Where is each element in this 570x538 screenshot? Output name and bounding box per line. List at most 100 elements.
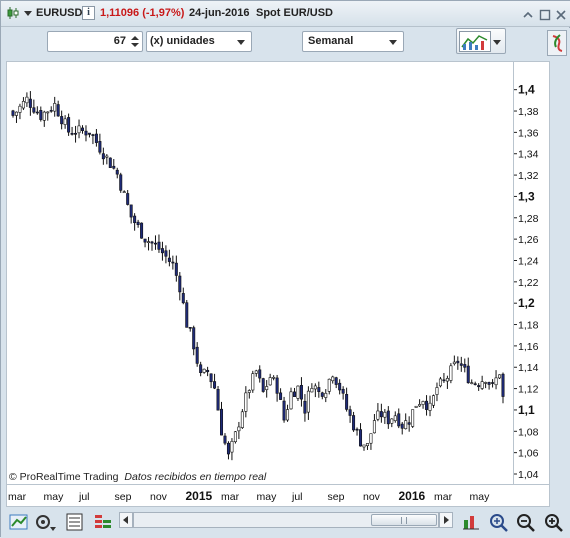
- candle-up: [77, 125, 81, 134]
- quantity-stepper[interactable]: [130, 34, 140, 49]
- chart-window: EURUSD i 1,11096 (-1,97%) 24-jun-2016 Sp…: [0, 0, 570, 538]
- x-tick-label: nov: [150, 491, 168, 503]
- scroll-right-button[interactable]: [439, 512, 453, 528]
- candle-up: [470, 382, 474, 384]
- candle-down: [379, 411, 383, 418]
- candle-up: [362, 444, 366, 448]
- candle-up: [383, 411, 387, 418]
- x-tick-label: may: [470, 491, 491, 503]
- time-scrollbar[interactable]: [133, 512, 439, 528]
- candle-up: [286, 409, 290, 421]
- candle-up: [365, 443, 369, 447]
- candle-down: [261, 378, 265, 392]
- candle-up: [254, 370, 258, 374]
- candle-down: [39, 110, 43, 120]
- candle-down: [115, 169, 119, 175]
- data-table-icon[interactable]: [65, 512, 85, 532]
- x-tick-label: mar: [221, 491, 240, 503]
- scroll-left-button[interactable]: [119, 512, 133, 528]
- candle-up: [46, 111, 50, 114]
- candle-down: [279, 392, 283, 400]
- zoom-out-icon[interactable]: [515, 512, 535, 532]
- candlestick-plot[interactable]: [7, 62, 515, 486]
- symbol-dropdown-arrow-icon[interactable]: [24, 11, 32, 16]
- candle-down: [143, 238, 147, 243]
- candle-down: [192, 327, 196, 350]
- y-tick-label: 1,24: [518, 255, 539, 267]
- collapse-icon[interactable]: [522, 8, 534, 20]
- x-tick-label: sep: [328, 491, 345, 503]
- info-button[interactable]: i: [82, 6, 95, 20]
- time-axis[interactable]: mar may jul sep nov 2015 mar may jul sep nov 2016 ma…: [6, 485, 550, 507]
- candle-down: [101, 153, 105, 160]
- maximize-icon[interactable]: [539, 8, 551, 21]
- units-quantity-input[interactable]: 67: [47, 31, 143, 52]
- order-book-icon[interactable]: [93, 512, 113, 532]
- candle-up: [296, 385, 300, 399]
- candle-down: [477, 385, 481, 388]
- indicators-button[interactable]: [456, 28, 506, 54]
- candle-down: [56, 104, 60, 117]
- candle-down: [348, 409, 352, 416]
- price-change-label: 1,11096 (-1,97%): [100, 7, 184, 19]
- candle-down: [185, 302, 189, 328]
- x-tick-label: may: [257, 491, 278, 503]
- side-tools-icon[interactable]: [547, 30, 567, 56]
- candle-up: [25, 96, 29, 104]
- candle-up: [147, 241, 151, 243]
- candle-down: [338, 382, 342, 391]
- candle-down: [84, 130, 88, 136]
- candle-up: [306, 390, 310, 413]
- candle-down: [459, 363, 463, 366]
- candle-up: [105, 155, 109, 158]
- candle-up: [404, 420, 408, 430]
- price-chart[interactable]: © ProRealTime Trading Datos recibidos en…: [6, 61, 514, 485]
- chart-type-icon[interactable]: [9, 512, 29, 532]
- candle-down: [442, 379, 446, 382]
- candle-up: [21, 101, 25, 109]
- candle-up: [369, 433, 373, 444]
- candle-up: [484, 382, 488, 384]
- candle-down: [171, 261, 175, 264]
- chart-footer: © ProRealTime Trading Datos recibidos en…: [9, 471, 266, 483]
- candle-down: [167, 257, 171, 262]
- symbol-label[interactable]: EURUSD: [36, 7, 82, 19]
- scrollbar-thumb[interactable]: [371, 514, 437, 526]
- candle-up: [240, 411, 244, 428]
- y-tick-label: 1,4: [518, 83, 535, 97]
- candle-down: [160, 248, 164, 254]
- x-tick-label: 2015: [186, 489, 213, 503]
- candle-down: [216, 389, 220, 411]
- candle-down: [119, 174, 123, 191]
- y-tick-label: 1,34: [518, 149, 539, 161]
- y-tick-label: 1,04: [518, 469, 539, 481]
- candle-down: [35, 111, 39, 114]
- y-tick-label: 1,22: [518, 277, 539, 289]
- settings-icon[interactable]: [35, 512, 56, 532]
- candle-down: [181, 293, 185, 304]
- zoom-fit-icon[interactable]: [488, 512, 508, 532]
- drawing-tools-icon[interactable]: [461, 512, 481, 532]
- candle-down: [282, 400, 286, 421]
- candle-down: [126, 193, 130, 205]
- candle-down: [49, 109, 53, 112]
- price-change-value: 1,11096 (-1,97%): [100, 7, 185, 19]
- close-icon[interactable]: [555, 8, 567, 20]
- zoom-in-icon[interactable]: [543, 512, 563, 532]
- candle-up: [421, 401, 425, 405]
- candle-down: [320, 392, 324, 397]
- candle-up: [445, 378, 449, 382]
- candle-down: [74, 132, 78, 135]
- period-dropdown[interactable]: Semanal: [302, 31, 404, 52]
- price-axis[interactable]: 1,04 1,06 1,08 1,1 1,12 1,14 1,16 1,18 1,2 1,22 1,…: [514, 61, 550, 485]
- y-tick-label: 1,38: [518, 106, 539, 118]
- candle-up: [324, 392, 328, 398]
- candle-up: [480, 381, 484, 389]
- units-dropdown[interactable]: (x) unidades: [146, 31, 252, 52]
- candle-down: [299, 385, 303, 400]
- candle-down: [32, 107, 36, 113]
- candle-up: [237, 426, 241, 432]
- candle-down: [345, 394, 349, 410]
- candle-up: [53, 103, 57, 112]
- y-tick-label: 1,26: [518, 234, 539, 246]
